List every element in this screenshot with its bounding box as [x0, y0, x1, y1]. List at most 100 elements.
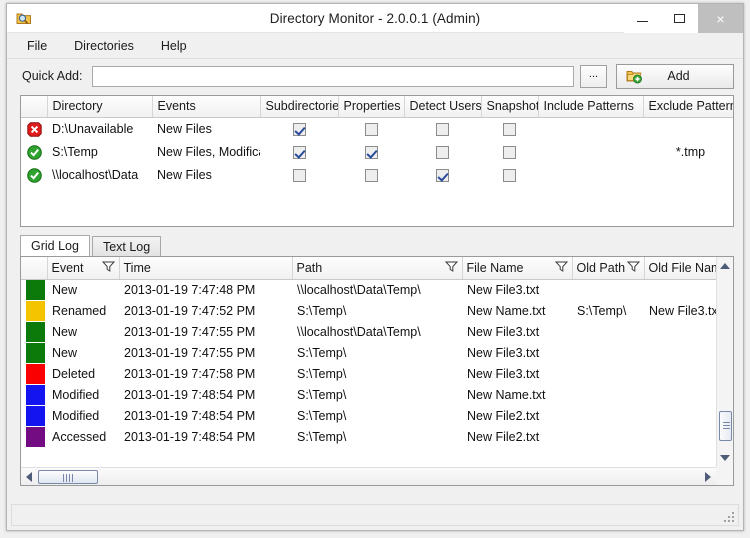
- log-file-name-cell: New File3.txt: [462, 321, 572, 342]
- log-file-name-cell: New File2.txt: [462, 405, 572, 426]
- dir-col-directory[interactable]: Directory: [47, 96, 152, 118]
- tab-grid-log[interactable]: Grid Log: [20, 235, 90, 256]
- log-col-event[interactable]: Event: [47, 257, 119, 279]
- log-table-row[interactable]: New2013-01-19 7:47:55 PM\\localhost\Data…: [21, 321, 716, 342]
- resize-gripper-icon[interactable]: [723, 511, 734, 522]
- event-color-swatch: [26, 301, 45, 321]
- green-check-icon: [27, 168, 42, 183]
- log-horizontal-scrollbar[interactable]: [21, 467, 716, 485]
- log-table-row[interactable]: Accessed2013-01-19 7:48:54 PMS:\Temp\New…: [21, 426, 716, 447]
- exclude-patterns-cell: [643, 118, 734, 141]
- log-table-row[interactable]: Modified2013-01-19 7:48:54 PMS:\Temp\New…: [21, 384, 716, 405]
- log-col-old-file-name[interactable]: Old File Name: [644, 257, 716, 279]
- quick-add-bar: Quick Add: ... Add: [7, 59, 743, 93]
- dir-col-status[interactable]: [21, 96, 47, 118]
- scroll-up-icon[interactable]: [720, 263, 730, 269]
- log-table-row[interactable]: New2013-01-19 7:47:48 PM\\localhost\Data…: [21, 279, 716, 300]
- dir-col-detect-users[interactable]: Detect Users: [404, 96, 481, 118]
- log-col-file-name[interactable]: File Name: [462, 257, 572, 279]
- snapshot-checkbox[interactable]: [503, 146, 516, 159]
- close-icon: ×: [716, 12, 724, 26]
- directories-table-row[interactable]: S:\TempNew Files, Modificatio...*.tmp: [21, 141, 734, 164]
- filter-icon[interactable]: [555, 261, 568, 275]
- log-event-cell: New: [47, 342, 119, 363]
- detect-users-checkbox[interactable]: [436, 169, 449, 182]
- properties-checkbox[interactable]: [365, 146, 378, 159]
- quick-add-label: Quick Add:: [22, 69, 82, 83]
- log-col-old-path[interactable]: Old Path: [572, 257, 644, 279]
- log-header-row: Event Time Path: [21, 257, 716, 279]
- quick-add-input[interactable]: [92, 66, 574, 87]
- browse-button[interactable]: ...: [580, 65, 607, 88]
- log-path-cell: S:\Temp\: [292, 384, 462, 405]
- dir-col-snapshot[interactable]: Snapshot: [481, 96, 538, 118]
- properties-checkbox[interactable]: [365, 169, 378, 182]
- log-col-path[interactable]: Path: [292, 257, 462, 279]
- log-table-row[interactable]: Deleted2013-01-19 7:47:58 PMS:\Temp\New …: [21, 363, 716, 384]
- subdirectories-checkbox[interactable]: [293, 123, 306, 136]
- log-old-file-name-cell: [644, 405, 716, 426]
- log-old-path-cell: S:\Temp\: [572, 300, 644, 321]
- detect-users-checkbox[interactable]: [436, 123, 449, 136]
- dir-col-events[interactable]: Events: [152, 96, 260, 118]
- menu-item-file[interactable]: File: [24, 37, 50, 55]
- directories-table-row[interactable]: D:\UnavailableNew Files: [21, 118, 734, 141]
- filter-icon[interactable]: [627, 261, 640, 275]
- subdirectories-checkbox[interactable]: [293, 146, 306, 159]
- directory-status-cell: [21, 118, 47, 141]
- add-button[interactable]: Add: [616, 64, 734, 89]
- close-button[interactable]: ×: [698, 4, 743, 33]
- log-col-path-label: Path: [297, 261, 323, 275]
- vertical-scroll-thumb[interactable]: [719, 411, 732, 441]
- properties-checkbox[interactable]: [365, 123, 378, 136]
- log-old-path-cell: [572, 321, 644, 342]
- log-table-row[interactable]: Modified2013-01-19 7:48:54 PMS:\Temp\New…: [21, 405, 716, 426]
- dir-col-exclude-patterns[interactable]: Exclude Patterns: [643, 96, 734, 118]
- dir-col-properties[interactable]: Properties: [338, 96, 404, 118]
- log-path-cell: \\localhost\Data\Temp\: [292, 279, 462, 300]
- subdirectories-checkbox[interactable]: [293, 169, 306, 182]
- minimize-button[interactable]: [624, 4, 661, 33]
- directory-path-cell: S:\Temp: [47, 141, 152, 164]
- exclude-patterns-cell: *.tmp: [643, 141, 734, 164]
- log-old-path-cell: [572, 384, 644, 405]
- red-x-icon: [27, 122, 42, 137]
- menu-item-directories[interactable]: Directories: [71, 37, 137, 55]
- log-col-color[interactable]: [21, 257, 47, 279]
- scroll-right-icon[interactable]: [705, 472, 711, 482]
- log-time-cell: 2013-01-19 7:48:54 PM: [119, 426, 292, 447]
- title-bar: Directory Monitor - 2.0.0.1 (Admin) ×: [7, 4, 743, 33]
- filter-icon[interactable]: [102, 261, 115, 275]
- green-check-icon: [27, 145, 42, 160]
- detect-users-checkbox[interactable]: [436, 146, 449, 159]
- directories-table-row[interactable]: \\localhost\DataNew Files: [21, 164, 734, 187]
- log-vertical-scrollbar[interactable]: [716, 257, 733, 467]
- dir-col-subdirectories[interactable]: Subdirectories: [260, 96, 338, 118]
- log-col-event-label: Event: [52, 261, 84, 275]
- filter-icon[interactable]: [445, 261, 458, 275]
- dir-col-include-patterns[interactable]: Include Patterns: [538, 96, 643, 118]
- log-old-file-name-cell: [644, 321, 716, 342]
- log-table-row[interactable]: Renamed2013-01-19 7:47:52 PMS:\Temp\New …: [21, 300, 716, 321]
- scroll-left-icon[interactable]: [26, 472, 32, 482]
- maximize-button[interactable]: [661, 4, 698, 33]
- log-old-path-cell: [572, 363, 644, 384]
- tab-text-log[interactable]: Text Log: [92, 236, 161, 256]
- scroll-down-icon[interactable]: [720, 455, 730, 461]
- log-old-file-name-cell: [644, 342, 716, 363]
- log-table-row[interactable]: New2013-01-19 7:47:55 PMS:\Temp\New File…: [21, 342, 716, 363]
- log-old-path-cell: [572, 279, 644, 300]
- directory-events-cell: New Files: [152, 118, 260, 141]
- horizontal-scroll-thumb[interactable]: [38, 470, 98, 484]
- log-time-cell: 2013-01-19 7:47:48 PM: [119, 279, 292, 300]
- snapshot-checkbox[interactable]: [503, 123, 516, 136]
- event-color-swatch: [26, 280, 45, 300]
- directory-status-cell: [21, 164, 47, 187]
- menu-item-help[interactable]: Help: [158, 37, 190, 55]
- snapshot-checkbox[interactable]: [503, 169, 516, 182]
- directory-events-cell: New Files: [152, 164, 260, 187]
- menu-bar: File Directories Help: [7, 33, 743, 59]
- log-event-cell: New: [47, 279, 119, 300]
- directories-table: Directory Events Subdirectories Properti…: [21, 96, 734, 187]
- log-col-time[interactable]: Time: [119, 257, 292, 279]
